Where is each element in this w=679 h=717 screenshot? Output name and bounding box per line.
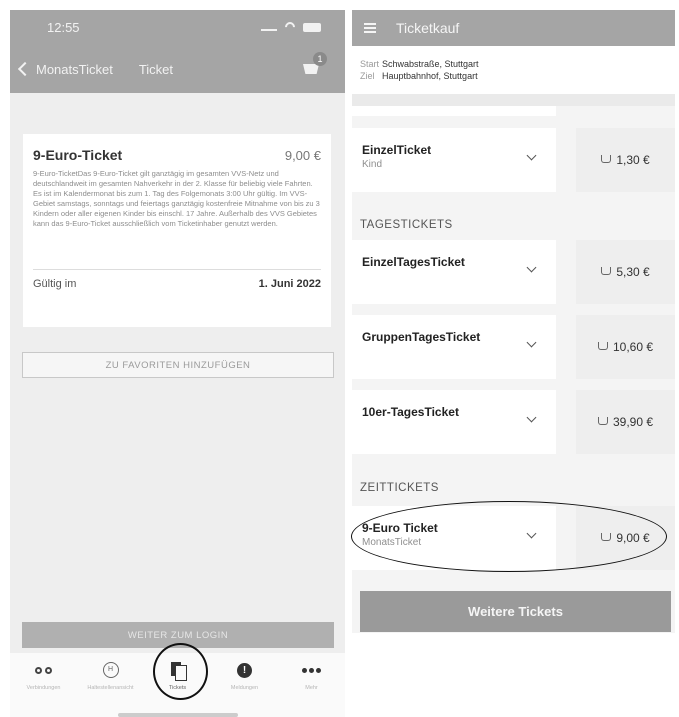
cart-icon: [601, 155, 612, 163]
cart-icon: [601, 267, 612, 275]
section-zeittickets: ZEITTICKETS: [360, 482, 439, 494]
ticket-description: 9-Euro-TicketDas 9-Euro-Ticket gilt ganz…: [33, 169, 320, 228]
more-tickets-button[interactable]: Weitere Tickets: [360, 591, 671, 632]
ziel-label: Ziel: [360, 71, 375, 81]
highlight-ellipse: [351, 501, 667, 572]
tab-more[interactable]: Mehr: [278, 653, 345, 717]
page-title: Ticketkauf: [396, 20, 460, 36]
signal-icon: [261, 23, 277, 31]
ticket-price: 10,60 €: [612, 340, 654, 354]
ticket-price: 9,00 €: [284, 148, 321, 163]
ticket-card: 9-Euro-Ticket 9,00 € 9-Euro-TicketDas 9-…: [23, 134, 331, 327]
cart-icon: [597, 417, 608, 425]
ticket-name: EinzelTagesTicket: [362, 255, 465, 269]
back-chevron-icon[interactable]: [17, 61, 33, 77]
price-button[interactable]: 39,90 €: [576, 390, 675, 454]
cart-button[interactable]: 1: [301, 52, 327, 78]
nav-row: MonatsTicket Ticket 1: [10, 52, 345, 84]
menu-icon[interactable]: [364, 23, 376, 33]
ticket-price: 5,30 €: [616, 265, 650, 279]
battery-icon: [303, 22, 321, 32]
section-tagestickets: TAGESTICKETS: [360, 219, 453, 231]
ticket-name: GruppenTagesTicket: [362, 330, 481, 344]
tab-label: Haltestellenansicht: [87, 685, 134, 691]
header-bar: Ticketkauf: [352, 10, 675, 46]
ziel-value: Hauptbahnhof, Stuttgart: [382, 71, 478, 81]
ticket-price: 1,30 €: [616, 153, 650, 167]
tab-stops[interactable]: H Haltestellenansicht: [77, 653, 144, 717]
tab-alerts[interactable]: ! Meldungen: [211, 653, 278, 717]
tab-label: Mehr: [305, 685, 318, 691]
status-time: 12:55: [47, 20, 80, 35]
ticket-row[interactable]: 10er-TagesTicket 39,90 €: [352, 390, 675, 454]
route-info[interactable]: Start Schwabstraße, Stuttgart Ziel Hauptba…: [352, 46, 675, 94]
start-label: Start: [360, 59, 380, 69]
ticket-row[interactable]: EinzelTagesTicket 5,30 €: [352, 240, 675, 304]
price-button[interactable]: 1,30 €: [576, 128, 675, 192]
status-icons: [261, 19, 321, 35]
highlight-circle: [153, 643, 208, 700]
ticket-row[interactable]: GruppenTagesTicket 10,60 €: [352, 315, 675, 379]
connections-icon: [35, 666, 52, 674]
price-button[interactable]: 5,30 €: [576, 240, 675, 304]
stop-icon: H: [102, 662, 119, 678]
ticket-detail-screen: 12:55 MonatsTicket Ticket 1 9-Euro-Ticke…: [10, 10, 345, 717]
ticket-subtitle: Kind: [362, 159, 383, 170]
header-bar: 12:55 MonatsTicket Ticket 1: [10, 10, 345, 93]
tab-label: Verbindungen: [26, 685, 61, 691]
ticket-name: 10er-TagesTicket: [362, 405, 459, 419]
ticket-price: 39,90 €: [612, 415, 654, 429]
alert-icon: !: [237, 662, 252, 678]
start-value: Schwabstraße, Stuttgart: [382, 59, 479, 69]
more-icon: [302, 667, 321, 673]
ticket-name: EinzelTicket: [362, 143, 432, 157]
valid-value: 1. Juni 2022: [258, 278, 321, 290]
cart-icon: [597, 342, 608, 350]
tab-label: Meldungen: [230, 685, 259, 691]
valid-label: Gültig im: [33, 278, 77, 290]
wifi-icon: [282, 19, 298, 35]
cart-badge: 1: [313, 52, 327, 66]
tab-connections[interactable]: Verbindungen: [10, 653, 77, 717]
home-indicator: [118, 713, 238, 717]
ticket-row[interactable]: EinzelTicket Kind 1,30 €: [352, 128, 675, 192]
add-to-favorites-button[interactable]: ZU FAVORITEN HINZUFÜGEN: [22, 352, 334, 378]
divider: [33, 269, 321, 270]
back-button[interactable]: MonatsTicket: [36, 62, 113, 77]
page-title: Ticket: [138, 61, 174, 77]
ticket-title: 9-Euro-Ticket: [33, 147, 123, 163]
price-button[interactable]: 10,60 €: [576, 315, 675, 379]
